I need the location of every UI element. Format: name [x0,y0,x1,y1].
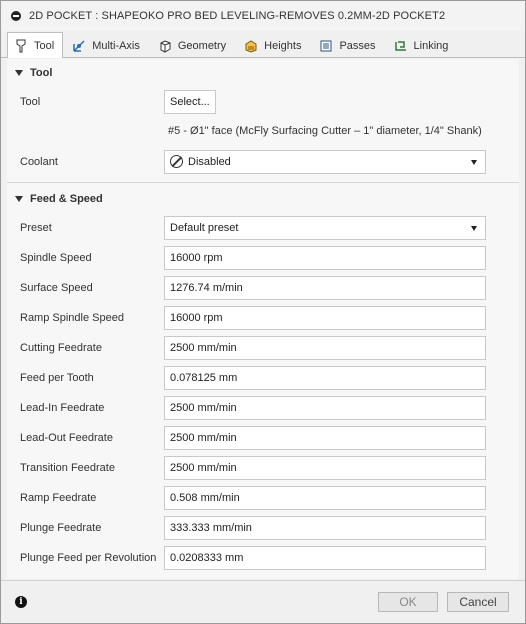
tool-description: #5 - Ø1" face (McFly Surfacing Cutter – … [168,125,482,137]
section-divider [7,182,519,183]
param-label: Lead-In Feedrate [20,402,105,414]
param-label: Transition Feedrate [20,462,115,474]
geometry-icon [158,39,172,53]
passes-icon [319,39,333,53]
param-label: Ramp Spindle Speed [20,312,124,324]
param-input[interactable]: 2500 mm/min [164,426,486,450]
param-row: Lead-In Feedrate 2500 mm/min [7,393,519,423]
row-coolant: Coolant Disabled [7,147,519,177]
tab-label: Linking [413,39,449,52]
multi-axis-icon [72,39,86,53]
param-label: Plunge Feedrate [20,522,102,534]
section-title: Feed & Speed [30,193,103,205]
section-header-feed-speed[interactable]: Feed & Speed [7,185,519,213]
collapse-triangle-icon[interactable] [15,196,23,202]
param-input[interactable]: 333.333 mm/min [164,516,486,540]
row-tool-description: #5 - Ø1" face (McFly Surfacing Cutter – … [7,117,519,147]
param-label: Cutting Feedrate [20,342,102,354]
ok-button[interactable]: OK [378,592,438,612]
param-label: Spindle Speed [20,252,92,264]
tab-label: Passes [339,39,376,52]
param-label: Lead-Out Feedrate [20,432,113,444]
title-bar[interactable]: 2D POCKET : SHAPEOKO PRO BED LEVELING-RE… [1,1,525,31]
tool-icon [14,39,28,53]
disabled-icon [170,154,183,168]
window-title: 2D POCKET : SHAPEOKO PRO BED LEVELING-RE… [29,10,446,22]
dialog-footer: i OK Cancel [1,580,525,623]
param-label: Surface Speed [20,282,93,294]
tab-multi-axis[interactable]: Multi-Axis [65,33,149,57]
param-label: Ramp Feedrate [20,492,97,504]
param-row: Plunge Feedrate 333.333 mm/min [7,513,519,543]
coolant-dropdown[interactable]: Disabled [164,150,486,174]
tab-geometry[interactable]: Geometry [151,33,235,57]
param-input[interactable]: 16000 rpm [164,306,486,330]
param-input[interactable]: 2500 mm/min [164,336,486,360]
param-input[interactable]: 2500 mm/min [164,456,486,480]
linking-icon [394,39,408,53]
param-row: Spindle Speed 16000 rpm [7,243,519,273]
param-row: Ramp Feedrate 0.508 mm/min [7,483,519,513]
param-row: Feed per Tooth 0.078125 mm [7,363,519,393]
section-title: Tool [30,67,53,79]
feed-rows: Spindle Speed 16000 rpm Surface Speed 1276.… [7,243,519,573]
preset-dropdown[interactable]: Default preset [164,216,486,240]
collapse-icon[interactable] [11,11,21,21]
param-label: Plunge Feed per Revolution [20,552,157,564]
info-icon[interactable]: i [15,596,27,608]
param-row: Ramp Spindle Speed 16000 rpm [7,303,519,333]
row-preset: Preset Default preset [7,213,519,243]
tab-tool[interactable]: Tool [7,32,64,58]
param-input[interactable]: 0.508 mm/min [164,486,486,510]
tab-heights[interactable]: Heights [237,33,310,57]
tab-label: Heights [264,39,302,52]
tab-bar: Tool Multi-Axis Geometry Heights Passes [1,31,525,58]
collapse-triangle-icon[interactable] [15,70,23,76]
param-input[interactable]: 0.078125 mm [164,366,486,390]
section-header-tool[interactable]: Tool [7,59,519,87]
tool-label: Tool [20,96,41,108]
preset-label: Preset [20,222,52,234]
param-row: Surface Speed 1276.74 m/min [7,273,519,303]
heights-icon [244,39,258,53]
param-input[interactable]: 0.0208333 mm [164,546,486,570]
cancel-button[interactable]: Cancel [447,592,509,612]
param-label: Feed per Tooth [20,372,94,384]
coolant-label: Coolant [20,156,58,168]
tab-passes[interactable]: Passes [312,33,384,57]
tab-label: Tool [34,39,55,52]
param-input[interactable]: 1276.74 m/min [164,276,486,300]
param-row: Lead-Out Feedrate 2500 mm/min [7,423,519,453]
param-row: Cutting Feedrate 2500 mm/min [7,333,519,363]
select-tool-button[interactable]: Select... [164,90,216,114]
param-input[interactable]: 16000 rpm [164,246,486,270]
dialog-window: 2D POCKET : SHAPEOKO PRO BED LEVELING-RE… [0,0,526,624]
tab-label: Multi-Axis [92,39,140,52]
tab-label: Geometry [177,39,227,52]
tab-linking[interactable]: Linking [387,33,458,57]
param-row: Plunge Feed per Revolution 0.0208333 mm [7,543,519,573]
param-input[interactable]: 2500 mm/min [164,396,486,420]
param-row: Transition Feedrate 2500 mm/min [7,453,519,483]
tab-content: Tool Tool Select... #5 - Ø1" face (McFly… [7,59,519,579]
coolant-value: Disabled [188,156,231,168]
row-tool: Tool Select... [7,87,519,117]
